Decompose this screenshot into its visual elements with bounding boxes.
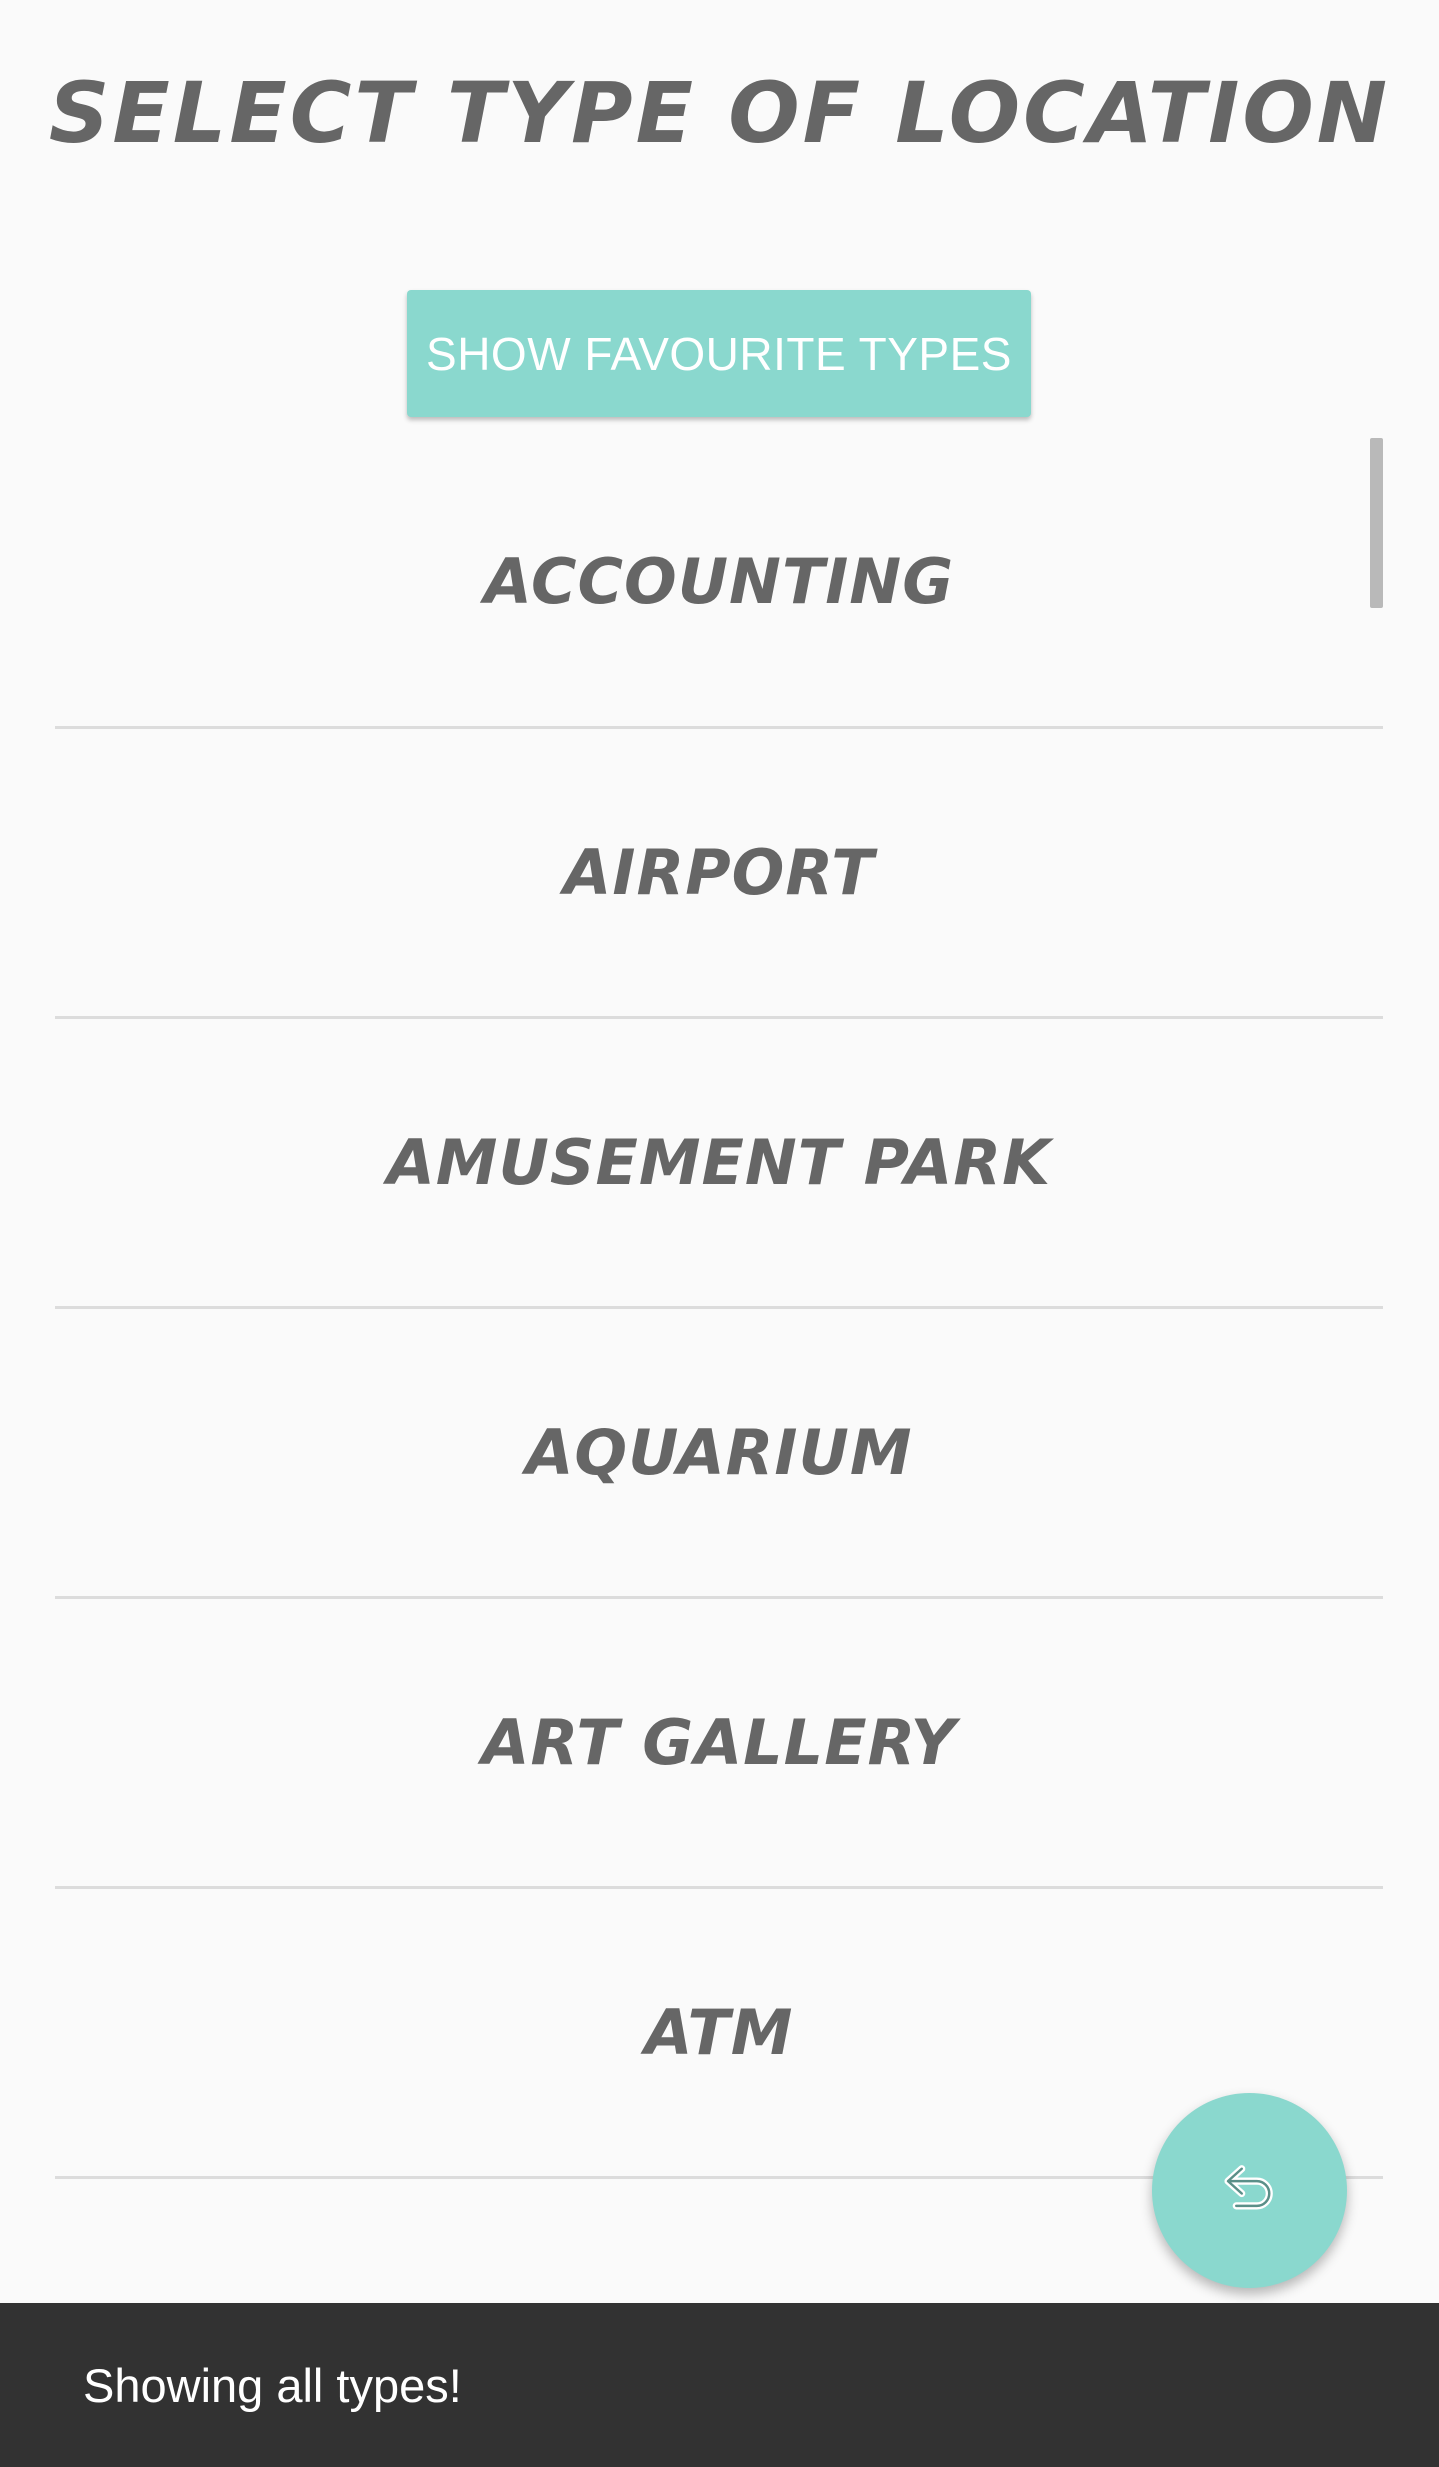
list-item-label: Amusement park: [386, 1126, 1052, 1199]
list-item-label: Art gallery: [481, 1706, 957, 1779]
list-item-amusement-park[interactable]: Amusement park: [55, 1019, 1383, 1309]
show-favourite-types-button[interactable]: SHOW FAVOURITE TYPES: [407, 290, 1031, 417]
list-item-art-gallery[interactable]: Art gallery: [55, 1599, 1383, 1889]
list-item-accounting[interactable]: Accounting: [55, 437, 1383, 729]
snackbar-message: Showing all types!: [83, 2358, 462, 2412]
page-title: Select type of location: [48, 64, 1391, 162]
undo-fab-button[interactable]: [1152, 2093, 1347, 2288]
list-item-label: Airport: [563, 836, 875, 909]
list-item-aquarium[interactable]: Aquarium: [55, 1309, 1383, 1599]
list-item-label: Aquarium: [525, 1416, 913, 1489]
list-item-label: ATM: [644, 1996, 794, 2069]
undo-icon: [1217, 2155, 1283, 2226]
list-item-airport[interactable]: Airport: [55, 729, 1383, 1019]
list-item-label: Accounting: [483, 545, 955, 618]
list-scrollbar[interactable]: [1370, 438, 1383, 608]
snackbar: Showing all types!: [0, 2303, 1439, 2467]
location-type-list: Accounting Airport Amusement park Aquari…: [55, 437, 1383, 2179]
